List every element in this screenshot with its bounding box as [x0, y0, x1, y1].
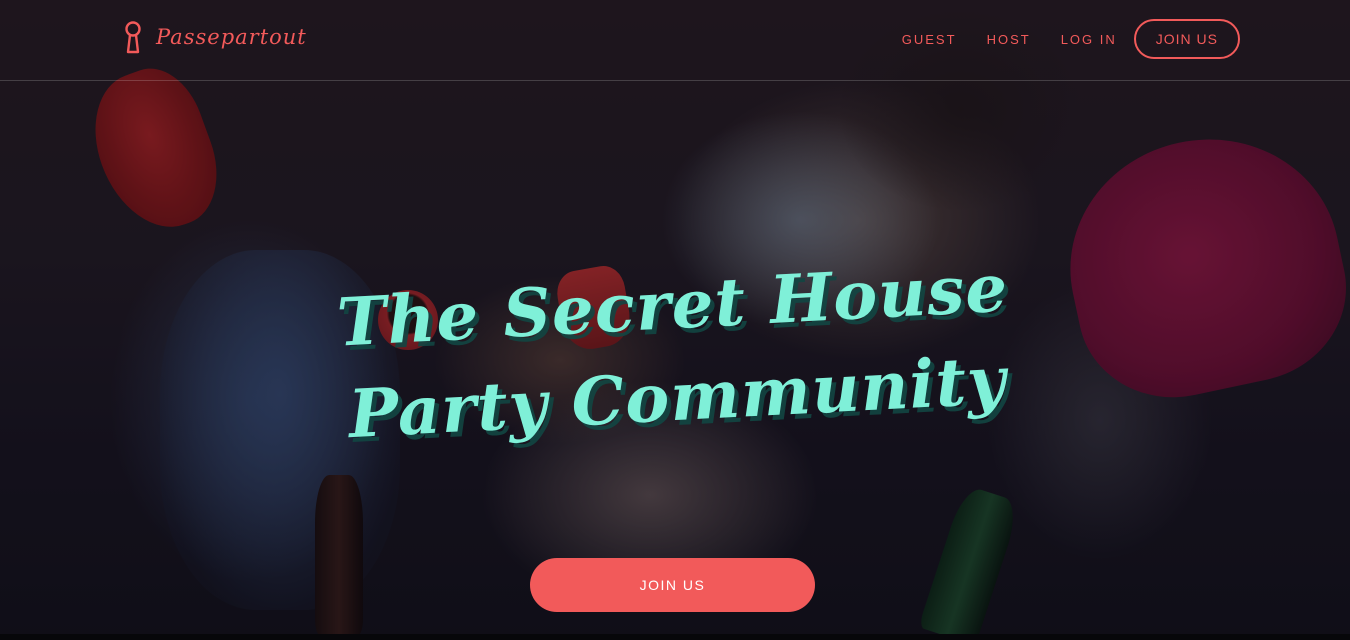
keyhole-icon: [125, 21, 141, 54]
nav-join-button[interactable]: JOIN US: [1133, 19, 1240, 59]
hero-join-button[interactable]: JOIN US: [530, 558, 815, 612]
page-bottom-edge: [0, 634, 1350, 640]
brand-logo-link[interactable]: Passepartout: [122, 20, 307, 54]
nav-link-guest[interactable]: GUEST: [902, 32, 957, 47]
brand-name: Passepartout: [156, 25, 307, 49]
nav-link-host[interactable]: HOST: [987, 32, 1031, 47]
nav-links: GUEST HOST LOG IN JOIN US: [872, 19, 1240, 59]
nav-link-login[interactable]: LOG IN: [1061, 32, 1117, 47]
hero-section: Passepartout GUEST HOST LOG IN JOIN US T…: [0, 0, 1350, 640]
navbar: Passepartout GUEST HOST LOG IN JOIN US: [0, 0, 1350, 81]
